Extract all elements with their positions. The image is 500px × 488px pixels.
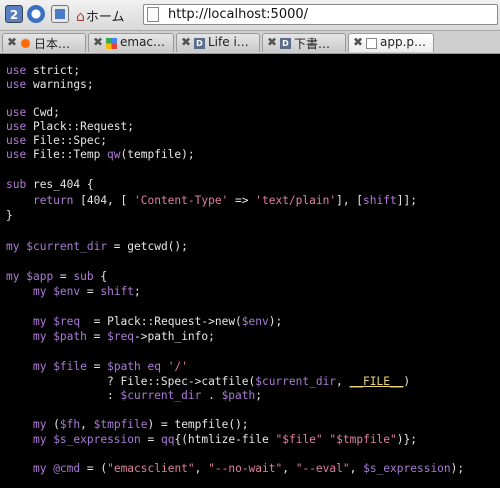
document-icon bbox=[366, 38, 377, 49]
browser-toolbar: 2 ⌂ホーム http://localhost:5000/ bbox=[0, 0, 500, 31]
tab-label: 日本… bbox=[34, 37, 71, 51]
code-line-26: my $s_expression = qq{(htmlize-file "$fi… bbox=[32, 433, 417, 446]
google-icon bbox=[106, 38, 117, 49]
address-bar[interactable]: http://localhost:5000/ bbox=[143, 4, 498, 25]
code-view: use strict; use warnings; use Cwd; use P… bbox=[0, 54, 500, 488]
code-line-2: use warnings; bbox=[6, 78, 94, 91]
code-line-23: : $current_dir . $path; bbox=[6, 389, 262, 402]
tab-label: emac… bbox=[120, 35, 166, 49]
code-line-9: sub res_404 { bbox=[6, 178, 94, 191]
code-line-10: return [404, [ 'Content-Type' => 'text/p… bbox=[32, 194, 417, 207]
home-button[interactable]: ⌂ホーム bbox=[76, 6, 125, 25]
tab-4[interactable]: ✖ D 下書… bbox=[262, 33, 346, 52]
tab-strip: ✖ 日本… ✖ emac… ✖ D Life i… ✖ D 下書… ✖ app.… bbox=[0, 31, 500, 54]
red-circle-icon bbox=[20, 38, 31, 49]
close-tab-icon[interactable]: ✖ bbox=[93, 35, 103, 49]
code-line-15: my $app = sub { bbox=[6, 270, 108, 283]
code-line-19: my $path = $req->path_info; bbox=[32, 330, 215, 343]
code-line-28: my @cmd = ("emacsclient", "--no-wait", "… bbox=[32, 462, 465, 475]
url-text: http://localhost:5000/ bbox=[168, 7, 309, 22]
tab-5-active[interactable]: ✖ app.p… bbox=[348, 33, 434, 52]
bookmarks-icon[interactable] bbox=[51, 5, 69, 23]
code-line-7: use File::Temp qw(tempfile); bbox=[6, 148, 195, 161]
tab-label: app.p… bbox=[380, 35, 427, 49]
d-icon: D bbox=[280, 38, 291, 49]
history-icon[interactable] bbox=[27, 5, 45, 23]
close-tab-icon[interactable]: ✖ bbox=[353, 35, 363, 49]
code-line-4: use Cwd; bbox=[6, 106, 60, 119]
tab-1[interactable]: ✖ 日本… bbox=[2, 33, 86, 52]
home-label: ホーム bbox=[85, 10, 125, 25]
close-tab-icon[interactable]: ✖ bbox=[7, 35, 17, 49]
close-tab-icon[interactable]: ✖ bbox=[267, 35, 277, 49]
home-icon: ⌂ bbox=[76, 9, 85, 25]
code-line-13: my $current_dir = getcwd(); bbox=[6, 240, 188, 253]
d-icon: D bbox=[194, 38, 205, 49]
tab-2[interactable]: ✖ emac… bbox=[88, 33, 174, 52]
close-tab-icon[interactable]: ✖ bbox=[181, 35, 191, 49]
code-line-6: use File::Spec; bbox=[6, 134, 108, 147]
page-icon bbox=[147, 7, 159, 22]
code-line-5: use Plack::Request; bbox=[6, 120, 134, 133]
code-line-16: my $env = shift; bbox=[32, 285, 141, 298]
code-line-22: ? File::Spec->catfile($current_dir, __FI… bbox=[6, 375, 411, 388]
tab-label: 下書… bbox=[294, 37, 331, 51]
tab-label: Life i… bbox=[208, 35, 249, 49]
code-line-18: my $req = Plack::Request->new($env); bbox=[32, 315, 283, 328]
code-line-11: } bbox=[6, 209, 13, 222]
code-line-25: my ($fh, $tmpfile) = tempfile(); bbox=[32, 418, 249, 431]
code-line-1: use strict; bbox=[6, 64, 81, 77]
code-line-21: my $file = $path eq '/' bbox=[32, 360, 188, 373]
tab-3[interactable]: ✖ D Life i… bbox=[176, 33, 260, 52]
tab-count-button[interactable]: 2 bbox=[5, 5, 23, 23]
